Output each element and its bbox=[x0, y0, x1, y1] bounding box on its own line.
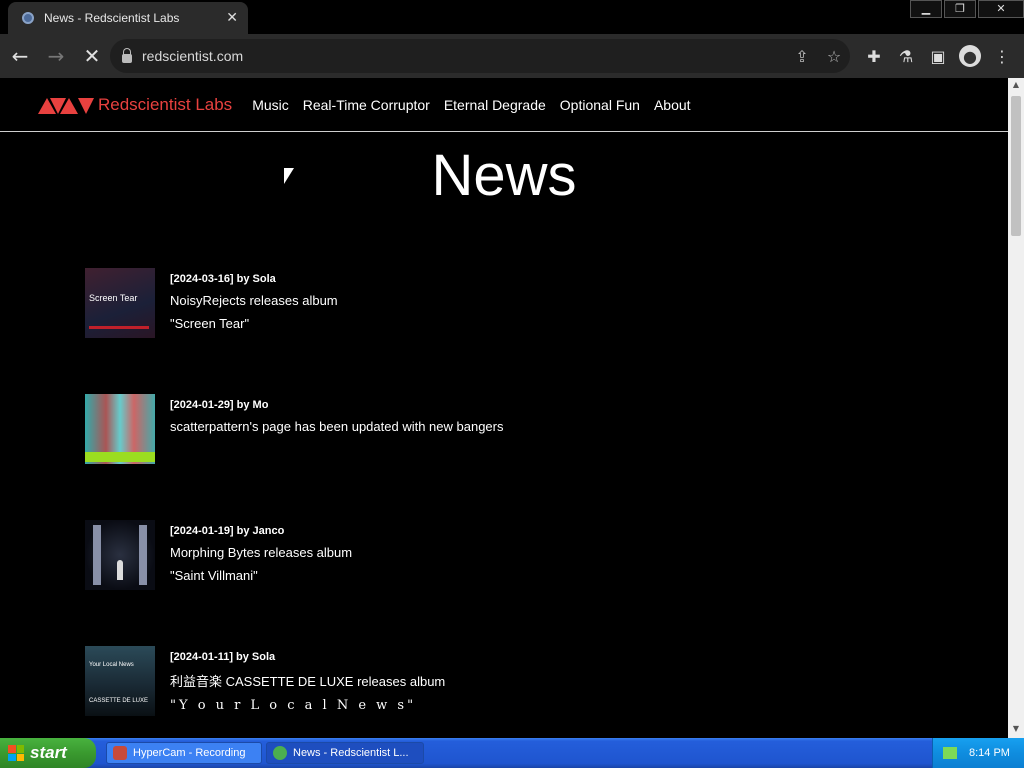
window-controls: ▁ ❐ ✕ bbox=[908, 0, 1024, 18]
page-title: News bbox=[431, 143, 577, 208]
back-button[interactable]: ← bbox=[4, 40, 36, 72]
minimize-button[interactable]: ▁ bbox=[910, 0, 942, 18]
nav-link-eternal-degrade[interactable]: Eternal Degrade bbox=[444, 97, 546, 113]
album-cover-image[interactable]: Screen Tear bbox=[85, 268, 155, 338]
close-icon: ✕ bbox=[83, 44, 101, 68]
mouse-cursor-icon bbox=[284, 168, 294, 184]
forward-button[interactable]: → bbox=[40, 40, 72, 72]
news-text: [2024-01-29] by Mo scatterpattern's page… bbox=[170, 394, 504, 464]
news-meta: [2024-03-16] by Sola bbox=[170, 273, 276, 285]
browser-titlebar: News - Redscientist Labs ✕ ▁ ❐ ✕ bbox=[0, 0, 1024, 34]
browser-toolbar: ← → ✕ redscientist.com ⇪ ☆ ✚ ⚗ ▣ ● ⋮ bbox=[0, 34, 1024, 78]
nav-link-real-time-corruptor[interactable]: Real-Time Corruptor bbox=[303, 97, 430, 113]
nav-link-optional-fun[interactable]: Optional Fun bbox=[560, 97, 640, 113]
news-text: [2024-03-16] by Sola NoisyRejects releas… bbox=[170, 268, 338, 338]
lock-icon bbox=[122, 47, 132, 63]
star-icon[interactable]: ☆ bbox=[818, 47, 850, 66]
arrow-left-icon: ← bbox=[11, 44, 29, 68]
chrome-icon bbox=[273, 746, 287, 760]
hypercam-icon bbox=[113, 746, 127, 760]
os-taskbar: start HyperCam - Recording News - Redsci… bbox=[0, 738, 1024, 768]
windows-flag-icon bbox=[8, 745, 24, 761]
logo-triangles-icon bbox=[38, 97, 94, 114]
news-headline: 利益音楽 CASSETTE DE LUXE releases album bbox=[170, 674, 446, 689]
news-headline: NoisyRejects releases album bbox=[170, 293, 338, 308]
scroll-up-icon[interactable]: ▲ bbox=[1008, 80, 1024, 94]
cover-decoration bbox=[89, 326, 149, 329]
news-item: [2024-01-29] by Mo scatterpattern's page… bbox=[85, 394, 885, 464]
cover-decoration bbox=[139, 525, 147, 585]
taskbar-item-label: News - Redscientist L... bbox=[293, 747, 409, 759]
news-text: [2024-01-11] by Sola 利益音楽 CASSETTE DE LU… bbox=[170, 646, 445, 716]
album-cover-image[interactable]: Your Local News CASSETTE DE LUXE bbox=[85, 646, 155, 716]
cover-decoration bbox=[85, 452, 155, 462]
nav-link-about[interactable]: About bbox=[654, 97, 691, 113]
menu-kebab-icon[interactable]: ⋮ bbox=[986, 40, 1018, 72]
tab-close-icon[interactable]: ✕ bbox=[226, 10, 238, 26]
news-album-title: "Screen Tear" bbox=[170, 316, 250, 331]
stop-button[interactable]: ✕ bbox=[76, 40, 108, 72]
site-nav: Music Real-Time Corruptor Eternal Degrad… bbox=[252, 97, 704, 113]
browser-tab[interactable]: News - Redscientist Labs ✕ bbox=[8, 2, 248, 34]
toolbar-icons: ✚ ⚗ ▣ ● ⋮ bbox=[858, 40, 1018, 72]
album-cover-artist: CASSETTE DE LUXE bbox=[89, 698, 149, 704]
profile-avatar-icon[interactable]: ● bbox=[959, 45, 981, 67]
url-text[interactable]: redscientist.com bbox=[142, 48, 786, 64]
cover-decoration bbox=[93, 525, 101, 585]
tab-title: News - Redscientist Labs bbox=[44, 11, 180, 25]
cover-decoration bbox=[117, 560, 123, 580]
site-header: Redscientist Labs Music Real-Time Corrup… bbox=[0, 78, 1008, 132]
news-meta: [2024-01-11] by Sola bbox=[170, 651, 276, 663]
taskbar-item-label: HyperCam - Recording bbox=[133, 747, 246, 759]
share-icon[interactable]: ⇪ bbox=[786, 47, 818, 66]
start-button[interactable]: start bbox=[0, 738, 96, 768]
logo-text: Redscientist Labs bbox=[98, 94, 233, 114]
scroll-down-icon[interactable]: ▼ bbox=[1008, 724, 1024, 738]
taskbar-item-hypercam[interactable]: HyperCam - Recording bbox=[106, 742, 262, 764]
news-item: Your Local News CASSETTE DE LUXE [2024-0… bbox=[85, 646, 885, 716]
arrow-right-icon: → bbox=[47, 44, 65, 68]
scrollbar-thumb[interactable] bbox=[1011, 96, 1021, 236]
nav-link-music[interactable]: Music bbox=[252, 97, 289, 113]
news-item: [2024-01-19] by Janco Morphing Bytes rel… bbox=[85, 520, 885, 590]
web-page: Redscientist Labs Music Real-Time Corrup… bbox=[0, 78, 1008, 738]
news-meta: [2024-01-19] by Janco bbox=[170, 525, 285, 537]
album-cover-image[interactable] bbox=[85, 520, 155, 590]
site-logo[interactable]: Redscientist Labs bbox=[38, 94, 232, 116]
news-album-title: "Saint Villmani" bbox=[170, 568, 258, 583]
restore-button[interactable]: ❐ bbox=[944, 0, 976, 18]
artist-image[interactable] bbox=[85, 394, 155, 464]
news-meta: [2024-01-29] by Mo bbox=[170, 399, 269, 411]
news-album-title: "Y o u r L o c a l N e w s" bbox=[170, 698, 417, 713]
news-item: Screen Tear [2024-03-16] by Sola NoisyRe… bbox=[85, 268, 885, 338]
news-headline: scatterpattern's page has been updated w… bbox=[170, 419, 504, 434]
side-panel-icon[interactable]: ▣ bbox=[922, 40, 954, 72]
page-scrollbar[interactable]: ▲ ▼ bbox=[1008, 78, 1024, 738]
network-icon[interactable] bbox=[943, 747, 957, 759]
system-tray: 8:14 PM bbox=[932, 738, 1024, 768]
news-text: [2024-01-19] by Janco Morphing Bytes rel… bbox=[170, 520, 352, 590]
extensions-puzzle-icon[interactable]: ✚ bbox=[858, 40, 890, 72]
globe-favicon-icon bbox=[22, 12, 34, 24]
album-cover-title: Your Local News bbox=[89, 662, 134, 668]
album-cover-title: Screen Tear bbox=[89, 293, 138, 303]
start-label: start bbox=[30, 743, 67, 762]
news-headline: Morphing Bytes releases album bbox=[170, 545, 353, 560]
window-close-button[interactable]: ✕ bbox=[978, 0, 1024, 18]
clock: 8:14 PM bbox=[969, 747, 1010, 759]
taskbar-item-browser[interactable]: News - Redscientist L... bbox=[266, 742, 424, 764]
labs-flask-icon[interactable]: ⚗ bbox=[890, 40, 922, 72]
address-bar[interactable]: redscientist.com ⇪ ☆ bbox=[110, 39, 850, 73]
